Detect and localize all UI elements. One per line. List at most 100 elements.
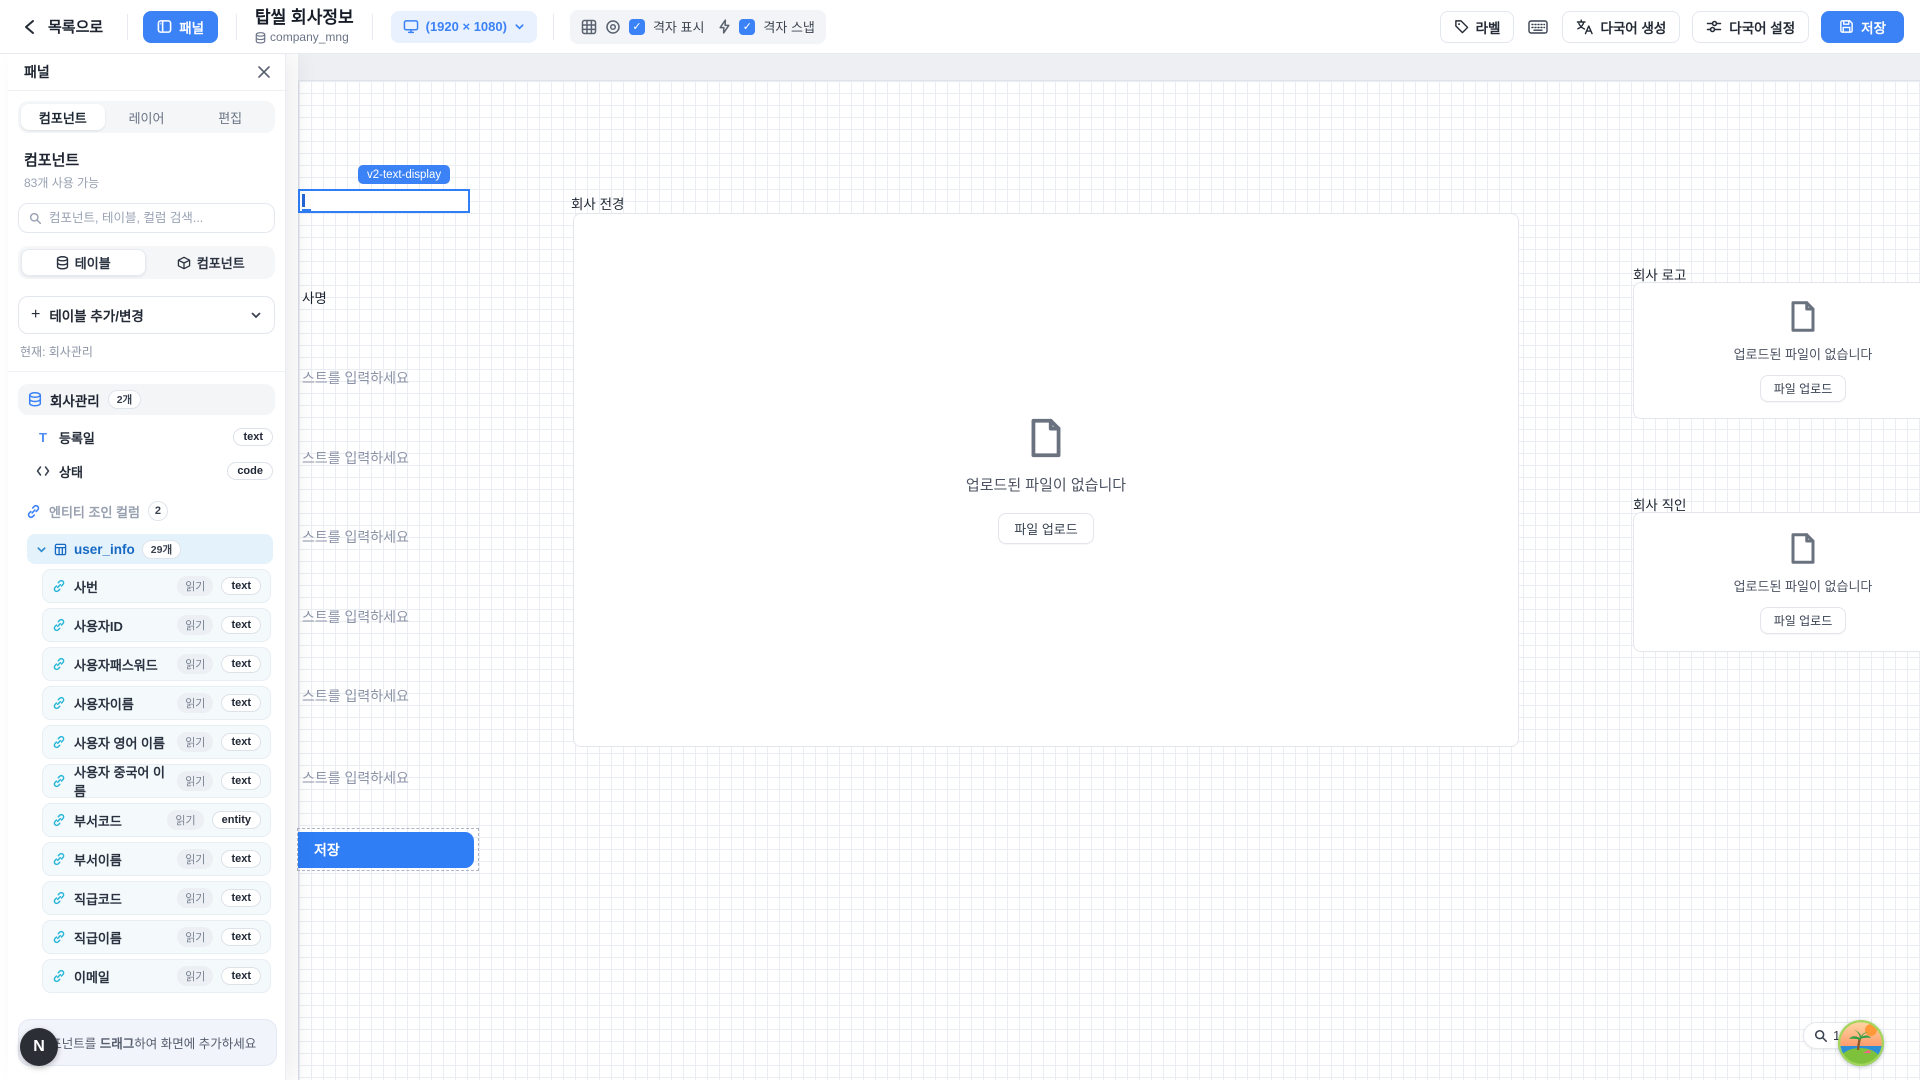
code-icon [36,465,50,477]
join-column-name: 부서이름 [74,850,169,869]
access-badge: 읽기 [177,732,213,752]
magnifier-icon [1814,1029,1828,1043]
selected-text-display-element[interactable] [298,189,470,213]
join-column-name: 사번 [74,577,169,596]
file-upload-button[interactable]: 파일 업로드 [1760,375,1847,402]
search-input[interactable] [49,211,264,225]
panel-toggle-button[interactable]: 패널 [143,11,218,43]
link-icon [52,579,66,593]
label-button[interactable]: 라벨 [1440,11,1515,43]
entity-join-header[interactable]: 엔티티 조인 컬럼 2 [26,501,273,521]
keyboard-icon[interactable] [1528,19,1548,35]
tab-edit[interactable]: 편집 [188,104,272,130]
company-photo-upload-area[interactable]: 업로드된 파일이 없습니다 파일 업로드 [573,213,1519,747]
panel-title: 패널 [24,62,50,82]
i18n-generate-button[interactable]: 다국어 생성 [1562,11,1680,43]
text-icon: T [36,430,50,445]
table-row-company[interactable]: 회사관리 2개 [18,384,275,415]
add-table-dropdown[interactable]: + 테이블 추가/변경 [18,296,275,334]
column-count-badge: 29개 [142,540,181,559]
grid-icon [581,19,597,35]
file-icon [1788,531,1818,566]
tab-components[interactable]: 컴포넌트 [21,104,105,130]
join-column-row[interactable]: 직급이름 읽기 text [42,920,271,954]
file-upload-button[interactable]: 파일 업로드 [998,513,1093,544]
text-input-placeholder[interactable]: 스트를 입력하세요 [302,686,409,706]
file-icon [1788,299,1818,334]
company-seal-upload-area[interactable]: 업로드된 파일이 없습니다 파일 업로드 [1633,512,1920,652]
n-floating-bubble[interactable]: N [20,1028,58,1066]
plus-icon: + [31,306,40,324]
divider [8,371,285,372]
upload-empty-text: 업로드된 파일이 없습니다 [1734,344,1873,363]
text-input-placeholder[interactable]: 스트를 입력하세요 [302,607,409,627]
canvas-save-button[interactable]: 저장 [298,832,474,868]
toggle-table[interactable]: 테이블 [21,249,146,276]
eye-icon[interactable] [605,19,621,35]
upload-empty-text: 업로드된 파일이 없습니다 [1734,576,1873,595]
join-column-row[interactable]: 부서코드 읽기 entity [42,803,271,837]
back-arrow-icon[interactable] [22,18,40,36]
grid-options-group: ✓ 격자 표시 ✓ 격자 스냅 [570,10,826,44]
join-column-row[interactable]: 사용자패스워드 읽기 text [42,647,271,681]
close-icon[interactable] [253,61,275,83]
user-avatar-island[interactable] [1838,1020,1884,1066]
join-column-row[interactable]: 부서이름 읽기 text [42,842,271,876]
company-photo-label: 회사 전경 [571,193,624,213]
divider [553,14,554,40]
join-column-row[interactable]: 사용자이름 읽기 text [42,686,271,720]
join-column-row[interactable]: 사용자 영어 이름 읽기 text [42,725,271,759]
components-section-title: 컴포넌트 [24,149,269,170]
database-icon [28,392,42,407]
grid-show-label: 격자 표시 [653,17,704,36]
type-badge: text [221,772,261,790]
link-icon [52,852,66,866]
join-column-row[interactable]: 직급코드 읽기 text [42,881,271,915]
grid-show-checkbox[interactable]: ✓ [629,19,645,35]
join-column-name: 부서코드 [74,811,159,830]
company-logo-upload-area[interactable]: 업로드된 파일이 없습니다 파일 업로드 [1633,282,1920,419]
join-column-row[interactable]: 사번 읽기 text [42,569,271,603]
join-column-name: 사용자ID [74,616,169,635]
text-input-placeholder[interactable]: 스트를 입력하세요 [302,448,409,468]
access-badge: 읽기 [177,693,213,713]
join-column-row[interactable]: 사용자 중국어 이름 읽기 text [42,764,271,798]
access-badge: 읽기 [177,576,213,596]
access-badge: 읽기 [177,966,213,986]
tab-layers[interactable]: 레이어 [105,104,189,130]
resolution-selector[interactable]: (1920 × 1080) [391,11,537,43]
text-input-placeholder[interactable]: 스트를 입력하세요 [302,768,409,788]
floppy-icon [1839,19,1854,34]
access-badge: 읽기 [177,615,213,635]
tag-icon [1454,19,1469,34]
field-row[interactable]: 상태 code [36,459,273,483]
type-badge: code [227,462,273,480]
joined-table-row-user-info[interactable]: user_info 29개 [27,534,273,564]
type-badge: text [221,967,261,985]
join-column-row[interactable]: 이메일 읽기 text [42,959,271,993]
grid-snap-checkbox[interactable]: ✓ [739,19,755,35]
join-column-row[interactable]: 사용자ID 읽기 text [42,608,271,642]
link-icon [52,774,66,788]
link-icon [52,657,66,671]
text-input-placeholder[interactable]: 스트를 입력하세요 [302,368,409,388]
link-icon [52,969,66,983]
i18n-settings-button[interactable]: 다국어 설정 [1692,11,1809,43]
link-icon [52,813,66,827]
component-search-box[interactable] [18,203,275,233]
file-upload-button[interactable]: 파일 업로드 [1760,607,1847,634]
join-column-name: 사용자패스워드 [74,655,169,674]
field-row[interactable]: T 등록일 text [36,425,273,449]
toggle-component[interactable]: 컴포넌트 [150,249,273,276]
access-badge: 읽기 [167,810,203,830]
lightning-icon [718,19,731,34]
save-button[interactable]: 저장 [1821,11,1904,43]
back-to-list-link[interactable]: 목록으로 [48,16,103,37]
join-column-list: 사번 읽기 text 사용자ID 읽기 text [8,569,285,993]
link-icon [52,930,66,944]
components-available-count: 83개 사용 가능 [24,174,269,191]
type-badge: text [221,733,261,751]
type-badge: text [233,428,273,446]
search-icon [29,212,42,225]
text-input-placeholder[interactable]: 스트를 입력하세요 [302,527,409,547]
